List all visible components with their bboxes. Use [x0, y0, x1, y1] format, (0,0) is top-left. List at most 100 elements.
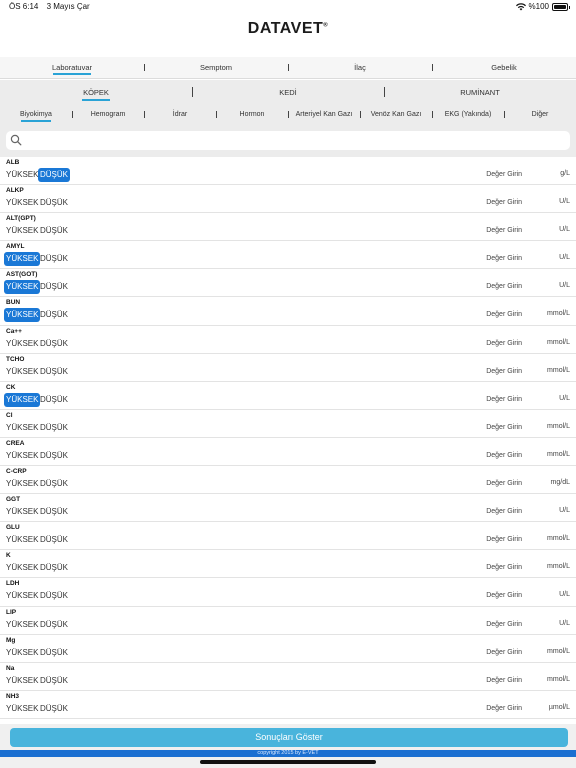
value-input[interactable]: Değer Girin	[486, 199, 522, 206]
high-toggle[interactable]: YÜKSEK	[4, 646, 40, 660]
high-toggle[interactable]: YÜKSEK	[4, 392, 41, 407]
category-tab-4[interactable]: Arteriyel Kan Gazı	[288, 104, 360, 125]
low-toggle[interactable]: DÜŞÜK	[38, 280, 70, 294]
category-tab-3[interactable]: Hormon	[216, 104, 288, 125]
low-toggle[interactable]: DÜŞÜK	[38, 196, 70, 210]
high-toggle[interactable]: YÜKSEK	[4, 421, 40, 435]
show-results-button[interactable]: Sonuçları Göster	[10, 728, 568, 747]
high-toggle[interactable]: YÜKSEK	[4, 365, 40, 379]
high-toggle[interactable]: YÜKSEK	[4, 224, 40, 238]
high-toggle[interactable]: YÜKSEK	[4, 618, 40, 632]
test-name: AST(GOT)	[6, 271, 38, 279]
table-row: Ca++ YÜKSEK DÜŞÜK Değer Girin mmol/L	[0, 326, 576, 354]
low-toggle[interactable]: DÜŞÜK	[38, 308, 70, 322]
high-toggle[interactable]: YÜKSEK	[4, 280, 41, 295]
low-toggle[interactable]: DÜŞÜK	[38, 589, 70, 603]
test-name: ALT(GPT)	[6, 215, 36, 223]
high-toggle[interactable]: YÜKSEK	[4, 168, 40, 182]
low-toggle[interactable]: DÜŞÜK	[38, 702, 70, 716]
tab-1[interactable]: Semptom	[144, 57, 288, 78]
value-input[interactable]: Değer Girin	[486, 480, 522, 487]
high-toggle[interactable]: YÜKSEK	[4, 337, 40, 351]
high-toggle[interactable]: YÜKSEK	[4, 252, 41, 267]
value-input[interactable]: Değer Girin	[486, 508, 522, 515]
value-input[interactable]: Değer Girin	[486, 368, 522, 375]
value-input[interactable]: Değer Girin	[486, 677, 522, 684]
low-toggle[interactable]: DÜŞÜK	[38, 477, 70, 491]
high-toggle[interactable]: YÜKSEK	[4, 561, 40, 575]
table-row: Mg YÜKSEK DÜŞÜK Değer Girin mmol/L	[0, 635, 576, 663]
category-tab-0[interactable]: Biyokimya	[0, 104, 72, 125]
low-toggle[interactable]: DÜŞÜK	[38, 533, 70, 547]
low-toggle[interactable]: DÜŞÜK	[38, 674, 70, 688]
high-toggle[interactable]: YÜKSEK	[4, 308, 41, 323]
value-input[interactable]: Değer Girin	[486, 255, 522, 262]
low-toggle[interactable]: DÜŞÜK	[38, 365, 70, 379]
low-toggle[interactable]: DÜŞÜK	[38, 393, 70, 407]
category-tab-2[interactable]: İdrar	[144, 104, 216, 125]
unit-label: mmol/L	[547, 366, 570, 374]
low-toggle[interactable]: DÜŞÜK	[38, 646, 70, 660]
value-input[interactable]: Değer Girin	[486, 424, 522, 431]
category-tab-1[interactable]: Hemogram	[72, 104, 144, 125]
value-input[interactable]: Değer Girin	[486, 621, 522, 628]
close-icon[interactable]: ✕	[546, 16, 556, 30]
category-tabs: Biyokimya Hemogram İdrar Hormon Arteriyel Ka…	[0, 104, 576, 125]
search-bar	[0, 125, 576, 157]
status-date: 3 Mayıs Çar	[46, 2, 90, 11]
species-tab-2[interactable]: RUMİNANT	[384, 80, 576, 104]
category-tab-6[interactable]: EKG (Yakında)	[432, 104, 504, 125]
test-name: Mg	[6, 636, 16, 644]
low-toggle[interactable]: DÜŞÜK	[38, 561, 70, 575]
low-toggle[interactable]: DÜŞÜK	[38, 168, 71, 182]
low-toggle[interactable]: DÜŞÜK	[38, 224, 70, 238]
value-input[interactable]: Değer Girin	[486, 705, 522, 712]
table-row: TCHO YÜKSEK DÜŞÜK Değer Girin mmol/L	[0, 354, 576, 382]
low-toggle[interactable]: DÜŞÜK	[38, 449, 70, 463]
logo-text: DATAVET	[247, 20, 324, 37]
high-toggle[interactable]: YÜKSEK	[4, 589, 40, 603]
unit-label: mmol/L	[547, 310, 570, 318]
high-toggle[interactable]: YÜKSEK	[4, 505, 40, 519]
species-tab-0[interactable]: KÖPEK	[0, 80, 192, 104]
table-row: C-CRP YÜKSEK DÜŞÜK Değer Girin mg/dL	[0, 466, 576, 495]
unit-label: U/L	[559, 226, 570, 234]
value-input[interactable]: Değer Girin	[486, 536, 522, 543]
low-toggle[interactable]: DÜŞÜK	[38, 421, 70, 435]
table-row: CREA YÜKSEK DÜŞÜK Değer Girin mmol/L	[0, 438, 576, 467]
value-input[interactable]: Değer Girin	[486, 396, 522, 403]
high-toggle[interactable]: YÜKSEK	[4, 702, 40, 716]
value-input[interactable]: Değer Girin	[486, 283, 522, 290]
tab-3[interactable]: Gebelik	[432, 57, 576, 78]
copyright-bar: copyright 2015 by E-VET	[0, 750, 576, 757]
test-name: Na	[6, 664, 15, 672]
high-toggle[interactable]: YÜKSEK	[4, 449, 40, 463]
unit-label: µmol/L	[548, 703, 570, 711]
value-input[interactable]: Değer Girin	[486, 311, 522, 318]
category-tab-7[interactable]: Diğer	[504, 104, 576, 125]
value-input[interactable]: Değer Girin	[486, 227, 522, 234]
table-row: ALT(GPT) YÜKSEK DÜŞÜK Değer Girin U/L	[0, 213, 576, 242]
low-toggle[interactable]: DÜŞÜK	[38, 252, 70, 266]
high-toggle[interactable]: YÜKSEK	[4, 477, 40, 491]
value-input[interactable]: Değer Girin	[486, 171, 522, 178]
value-input[interactable]: Değer Girin	[486, 340, 522, 347]
value-input[interactable]: Değer Girin	[486, 452, 522, 459]
low-toggle[interactable]: DÜŞÜK	[38, 337, 70, 351]
high-toggle[interactable]: YÜKSEK	[4, 533, 40, 547]
low-toggle[interactable]: DÜŞÜK	[38, 505, 70, 519]
unit-label: mmol/L	[547, 450, 570, 458]
value-input[interactable]: Değer Girin	[486, 649, 522, 656]
tab-0[interactable]: Laboratuvar	[0, 57, 144, 78]
value-input[interactable]: Değer Girin	[486, 564, 522, 571]
test-name: CREA	[6, 439, 25, 447]
high-toggle[interactable]: YÜKSEK	[4, 196, 40, 210]
tab-2[interactable]: İlaç	[288, 57, 432, 78]
value-input[interactable]: Değer Girin	[486, 592, 522, 599]
search-icon	[10, 134, 22, 146]
search-input[interactable]	[6, 131, 570, 150]
high-toggle[interactable]: YÜKSEK	[4, 674, 40, 688]
category-tab-5[interactable]: Venöz Kan Gazı	[360, 104, 432, 125]
low-toggle[interactable]: DÜŞÜK	[38, 618, 70, 632]
species-tab-1[interactable]: KEDİ	[192, 80, 384, 104]
